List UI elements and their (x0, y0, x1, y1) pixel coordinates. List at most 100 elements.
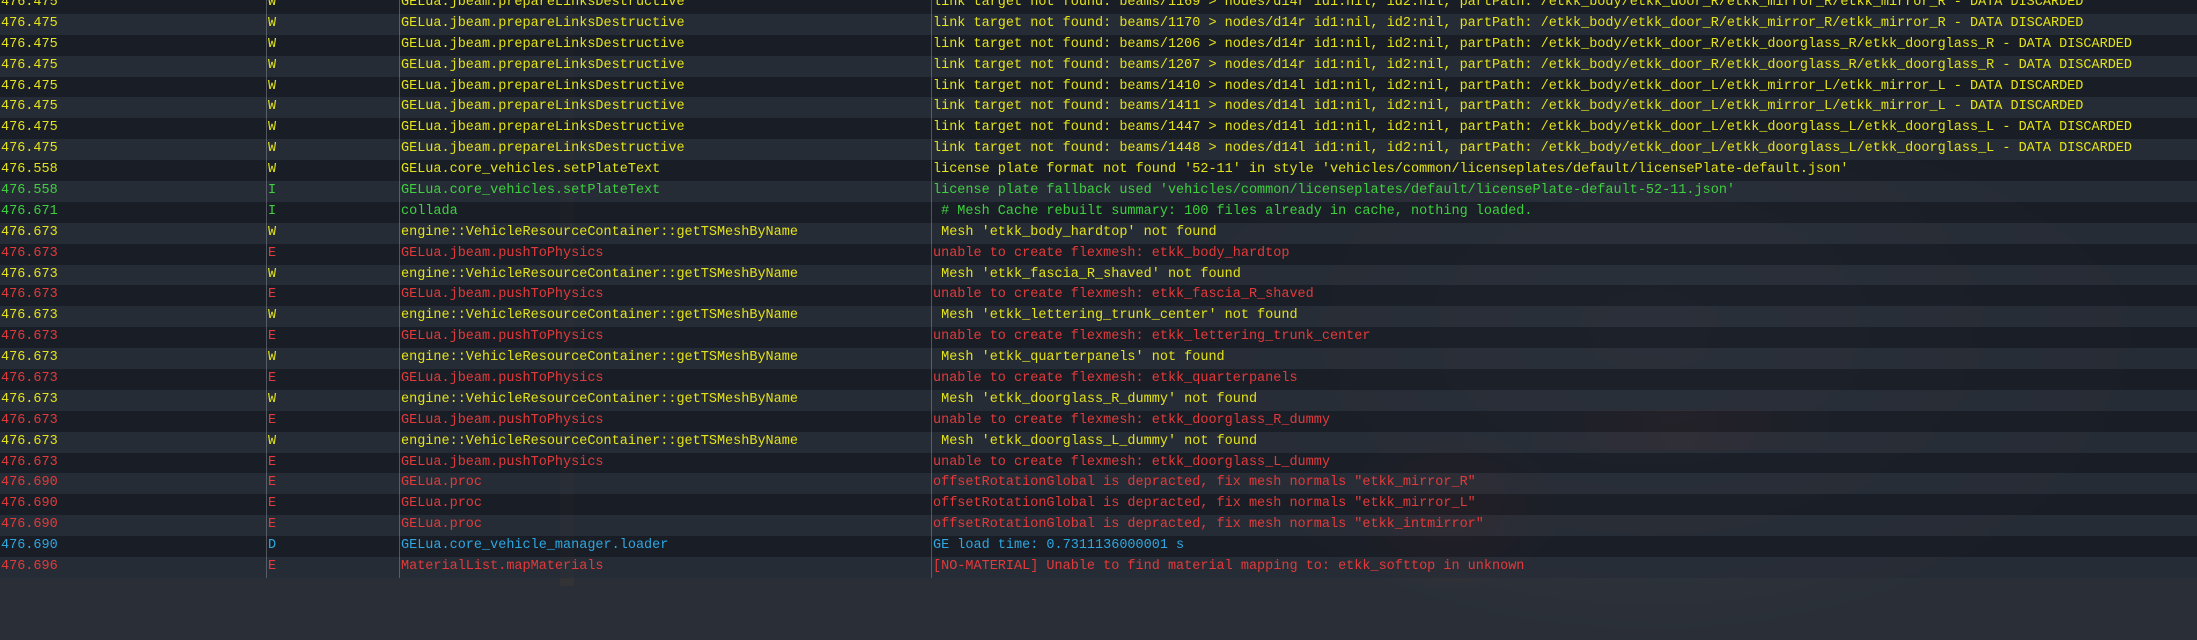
log-row[interactable]: 476.690 E GELua.proc offsetRotationGlobal i… (0, 494, 2197, 516)
log-level: E (268, 517, 277, 533)
log-level: E (268, 287, 277, 303)
log-row[interactable]: 476.690 E GELua.proc offsetRotationGlobal i… (0, 473, 2197, 495)
column-divider-level[interactable] (266, 0, 267, 578)
log-row[interactable]: 476.673 E GELua.jbeam.pushToPhysics unable … (0, 369, 2197, 390)
log-message: link target not found: beams/1170 > node… (933, 15, 2084, 31)
log-level: W (268, 433, 277, 449)
log-source: GELua.jbeam.prepareLinksDestructive (401, 15, 685, 31)
log-source: GELua.proc (401, 475, 483, 491)
log-message: unable to create flexmesh: etkk_body_har… (933, 245, 1290, 261)
log-row[interactable]: 476.558 W GELua.core_vehicles.setPlateText… (0, 160, 2197, 182)
console-log[interactable]: 476.475 W GELua.jbeam.prepareLinksDestruct… (0, 0, 2197, 578)
log-row[interactable]: 476.690 E GELua.proc offsetRotationGlobal i… (0, 515, 2197, 537)
log-message: [NO-MATERIAL] Unable to find material ma… (933, 559, 1525, 575)
log-level: W (268, 0, 277, 10)
column-divider-message[interactable] (931, 0, 932, 578)
log-time: 476.690 (1, 538, 58, 554)
log-time: 476.673 (1, 391, 58, 407)
log-source: GELua.jbeam.prepareLinksDestructive (401, 78, 685, 94)
log-source: GELua.jbeam.pushToPhysics (401, 287, 604, 303)
log-level: E (268, 559, 277, 575)
log-time: 476.475 (1, 57, 58, 73)
log-level: W (268, 36, 277, 52)
log-source: GELua.core_vehicles.setPlateText (401, 183, 661, 199)
log-row[interactable]: 476.673 E GELua.jbeam.pushToPhysics unable … (0, 243, 2197, 265)
log-time: 476.475 (1, 15, 58, 31)
log-message: unable to create flexmesh: etkk_quarterp… (933, 371, 1298, 387)
log-level: W (268, 99, 277, 115)
log-message: offsetRotationGlobal is depracted, fix m… (933, 517, 1484, 533)
log-time: 476.558 (1, 162, 58, 178)
log-row[interactable]: 476.671 Icollada # Mesh Cache rebuilt sum… (0, 201, 2197, 223)
log-time: 476.673 (1, 412, 58, 428)
log-row[interactable]: 476.475 W GELua.jbeam.prepareLinksDestruct… (0, 139, 2197, 161)
log-time: 476.558 (1, 183, 58, 199)
log-time: 476.475 (1, 120, 58, 136)
log-level: I (268, 203, 277, 219)
log-row[interactable]: 476.475 W GELua.jbeam.prepareLinksDestruct… (0, 0, 2197, 14)
log-message: link target not found: beams/1411 > node… (933, 99, 2084, 115)
log-row[interactable]: 476.673 Wengine::VehicleResourceContainer… (0, 264, 2197, 286)
log-level: E (268, 454, 277, 470)
log-level: W (268, 224, 277, 240)
log-row[interactable]: 476.673 Wengine::VehicleResourceContainer… (0, 431, 2197, 453)
log-level: E (268, 245, 277, 261)
log-source: GELua.jbeam.prepareLinksDestructive (401, 0, 685, 10)
log-message: Mesh 'etkk_doorglass_R_dummy' not found (933, 391, 1258, 407)
log-time: 476.690 (1, 517, 58, 533)
log-row[interactable]: 476.475 W GELua.jbeam.prepareLinksDestruct… (0, 13, 2197, 35)
log-level: W (268, 308, 277, 324)
log-row[interactable]: 476.673 E GELua.jbeam.pushToPhysics unable … (0, 452, 2197, 474)
column-divider-source[interactable] (399, 0, 400, 578)
log-row[interactable]: 476.475 W GELua.jbeam.prepareLinksDestruct… (0, 97, 2197, 119)
log-row[interactable]: 476.673 E GELua.jbeam.pushToPhysics unable … (0, 410, 2197, 432)
log-message: link target not found: beams/1410 > node… (933, 78, 2084, 94)
log-message: # Mesh Cache rebuilt summary: 100 files … (933, 203, 1533, 219)
log-message: Mesh 'etkk_fascia_R_shaved' not found (933, 266, 1241, 282)
log-time: 476.673 (1, 433, 58, 449)
log-level: W (268, 120, 277, 136)
log-level: E (268, 412, 277, 428)
log-time: 476.673 (1, 266, 58, 282)
log-level: E (268, 475, 277, 491)
log-row[interactable]: 476.673 Wengine::VehicleResourceContainer… (0, 348, 2197, 370)
log-source: GELua.jbeam.pushToPhysics (401, 454, 604, 470)
log-level: W (268, 15, 277, 31)
log-source: GELua.jbeam.pushToPhysics (401, 412, 604, 428)
log-level: E (268, 371, 277, 387)
log-level: D (268, 538, 277, 554)
log-message: offsetRotationGlobal is depracted, fix m… (933, 496, 1476, 512)
log-level: W (268, 162, 277, 178)
log-level: E (268, 329, 277, 345)
log-time: 476.475 (1, 78, 58, 94)
log-message: Mesh 'etkk_quarterpanels' not found (933, 350, 1225, 366)
log-row[interactable]: 476.475 W GELua.jbeam.prepareLinksDestruct… (0, 118, 2197, 140)
log-message: unable to create flexmesh: etkk_letterin… (933, 329, 1371, 345)
log-row[interactable]: 476.673 Wengine::VehicleResourceContainer… (0, 222, 2197, 244)
log-level: W (268, 78, 277, 94)
log-message: unable to create flexmesh: etkk_doorglas… (933, 454, 1330, 470)
log-message: license plate fallback used 'vehicles/co… (933, 183, 1736, 199)
log-row[interactable]: 476.690 D GELua.core_vehicle_manager.loade… (0, 536, 2197, 558)
log-row[interactable]: 476.673 Wengine::VehicleResourceContainer… (0, 306, 2197, 328)
log-source: engine::VehicleResourceContainer::getTSM… (401, 266, 798, 282)
log-level: W (268, 57, 277, 73)
log-time: 476.475 (1, 36, 58, 52)
log-source: GELua.jbeam.prepareLinksDestructive (401, 120, 685, 136)
log-source: GELua.proc (401, 496, 483, 512)
log-source: engine::VehicleResourceContainer::getTSM… (401, 224, 798, 240)
log-row[interactable]: 476.673 Wengine::VehicleResourceContainer… (0, 389, 2197, 411)
log-source: GELua.core_vehicles.setPlateText (401, 162, 661, 178)
log-time: 476.673 (1, 329, 58, 345)
log-row[interactable]: 476.558 I GELua.core_vehicles.setPlateText… (0, 181, 2197, 202)
log-message: Mesh 'etkk_lettering_trunk_center' not f… (933, 308, 1298, 324)
log-message: link target not found: beams/1169 > node… (933, 0, 2084, 10)
log-row[interactable]: 476.475 W GELua.jbeam.prepareLinksDestruct… (0, 34, 2197, 56)
log-row[interactable]: 476.673 E GELua.jbeam.pushToPhysics unable … (0, 285, 2197, 307)
log-message: link target not found: beams/1207 > node… (933, 57, 2132, 73)
log-time: 476.696 (1, 559, 58, 575)
log-row[interactable]: 476.696 E MaterialList.mapMaterials [NO-MAT… (0, 557, 2197, 578)
log-row[interactable]: 476.673 E GELua.jbeam.pushToPhysics unable … (0, 327, 2197, 349)
log-row[interactable]: 476.475 W GELua.jbeam.prepareLinksDestruct… (0, 55, 2197, 77)
log-row[interactable]: 476.475 W GELua.jbeam.prepareLinksDestruct… (0, 76, 2197, 98)
